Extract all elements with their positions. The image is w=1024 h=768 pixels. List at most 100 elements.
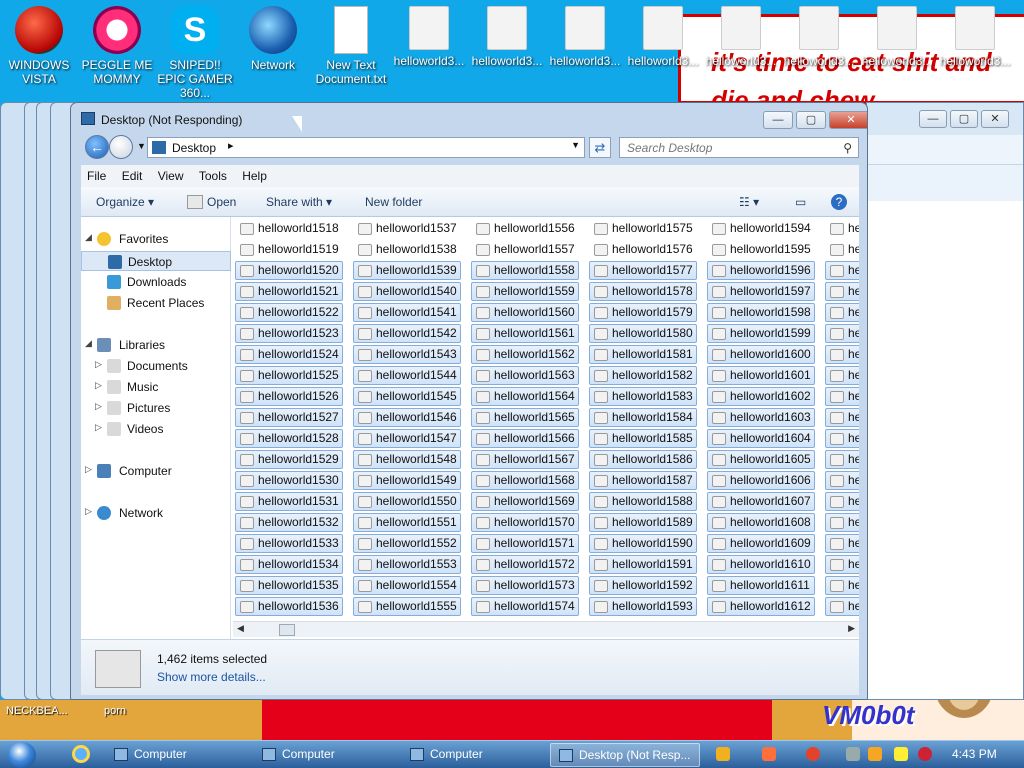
help-icon[interactable]: ? <box>831 194 847 210</box>
file-item[interactable]: he <box>825 282 859 301</box>
file-item[interactable]: helloworld1547 <box>353 429 461 448</box>
file-item[interactable]: helloworld1599 <box>707 324 815 343</box>
nav-music[interactable]: ▷ Music <box>81 377 231 397</box>
maximize-button[interactable]: ▢ <box>796 111 826 129</box>
desktop-icon-text-document[interactable]: New Text Document.txt <box>312 6 390 86</box>
background-search-box[interactable] <box>867 135 1023 165</box>
file-item[interactable]: helloworld1567 <box>471 450 579 469</box>
background-computer-window[interactable]: — ▢ ✕ <box>866 102 1024 700</box>
file-item[interactable]: helloworld1520 <box>235 261 343 280</box>
new-folder-button[interactable]: New folder <box>365 195 422 209</box>
file-item[interactable]: helloworld1561 <box>471 324 579 343</box>
file-item[interactable]: helloworld1551 <box>353 513 461 532</box>
file-item[interactable]: helloworld1557 <box>471 240 579 259</box>
nav-network[interactable]: ▷ Network <box>81 503 231 523</box>
nav-computer[interactable]: ▷ Computer <box>81 461 231 481</box>
file-item[interactable]: helloworld1549 <box>353 471 461 490</box>
forward-button[interactable] <box>109 135 133 159</box>
file-item[interactable]: helloworld1568 <box>471 471 579 490</box>
collapsed-arrow-icon[interactable]: ▷ <box>85 464 92 475</box>
desktop-icon-file[interactable]: helloworld3... <box>468 6 546 68</box>
file-item[interactable]: helloworld1562 <box>471 345 579 364</box>
file-item[interactable]: helloworld1553 <box>353 555 461 574</box>
file-item[interactable]: helloworld1559 <box>471 282 579 301</box>
file-item[interactable]: helloworld1539 <box>353 261 461 280</box>
file-item[interactable]: he <box>825 387 859 406</box>
file-item[interactable]: helloworld1589 <box>589 513 697 532</box>
file-item[interactable]: helloworld1535 <box>235 576 343 595</box>
file-item[interactable]: he <box>825 492 859 511</box>
taskbar-button-computer[interactable]: Computer <box>402 743 544 767</box>
desktop-icon-label[interactable]: NECKBEA... <box>6 705 68 717</box>
share-with-button[interactable]: Share with ▾ <box>266 195 332 209</box>
desktop-icon-file[interactable]: helloworld3... <box>390 6 468 68</box>
file-item[interactable]: helloworld1598 <box>707 303 815 322</box>
preview-pane-icon[interactable]: ▭ <box>795 195 806 209</box>
nav-libraries[interactable]: ◢ Libraries <box>81 335 231 355</box>
file-item[interactable]: helloworld1530 <box>235 471 343 490</box>
collapsed-arrow-icon[interactable]: ▷ <box>85 506 92 517</box>
nav-documents[interactable]: ▷ Documents <box>81 356 231 376</box>
file-item[interactable]: helloworld1591 <box>589 555 697 574</box>
file-item[interactable]: helloworld1534 <box>235 555 343 574</box>
file-item[interactable]: he <box>825 345 859 364</box>
file-item[interactable]: helloworld1542 <box>353 324 461 343</box>
desktop-icon-windows-vista[interactable]: WINDOWS VISTA <box>0 6 78 86</box>
address-dropdown-icon[interactable]: ▼ <box>571 140 580 150</box>
maximize-button[interactable]: ▢ <box>950 110 978 128</box>
expand-arrow-icon[interactable]: ◢ <box>85 338 92 349</box>
file-item[interactable]: he <box>825 534 859 553</box>
file-item[interactable]: helloworld1610 <box>707 555 815 574</box>
file-item[interactable]: helloworld1612 <box>707 597 815 616</box>
file-item[interactable]: helloworld1563 <box>471 366 579 385</box>
address-bar[interactable]: Desktop ▸ ▼ <box>147 137 585 158</box>
file-item[interactable]: helloworld1518 <box>235 219 343 238</box>
file-item[interactable]: helloworld1580 <box>589 324 697 343</box>
file-item[interactable]: helloworld1575 <box>589 219 697 238</box>
taskbar-button-desktop[interactable]: Desktop (Not Resp... <box>550 743 700 767</box>
file-item[interactable]: he <box>825 303 859 322</box>
file-item[interactable]: helloworld1604 <box>707 429 815 448</box>
file-item[interactable]: helloworld1544 <box>353 366 461 385</box>
desktop-icon-file[interactable]: helloworld3... <box>546 6 624 68</box>
file-item[interactable]: helloworld1594 <box>707 219 815 238</box>
file-item[interactable]: helloworld1600 <box>707 345 815 364</box>
file-item[interactable]: helloworld1608 <box>707 513 815 532</box>
nav-favorites[interactable]: ◢ Favorites <box>81 229 231 249</box>
file-item[interactable]: he <box>825 324 859 343</box>
file-item[interactable]: helloworld1524 <box>235 345 343 364</box>
file-item[interactable]: helloworld1527 <box>235 408 343 427</box>
desktop-icon-file[interactable]: helloworld3... <box>780 6 858 68</box>
file-item[interactable]: helloworld1571 <box>471 534 579 553</box>
file-item[interactable]: helloworld1555 <box>353 597 461 616</box>
explorer-window[interactable]: Desktop (Not Responding) — ▢ ✕ ← ▼ Deskt… <box>70 102 868 700</box>
file-item[interactable]: helloworld1573 <box>471 576 579 595</box>
file-item[interactable]: helloworld1531 <box>235 492 343 511</box>
open-button[interactable]: Open <box>207 195 236 209</box>
file-item[interactable]: helloworld1611 <box>707 576 815 595</box>
expand-arrow-icon[interactable]: ◢ <box>85 232 92 243</box>
file-item[interactable]: helloworld1574 <box>471 597 579 616</box>
scrollbar-thumb[interactable] <box>279 624 295 636</box>
file-item[interactable]: helloworld1587 <box>589 471 697 490</box>
file-item[interactable]: helloworld1543 <box>353 345 461 364</box>
file-item[interactable]: helloworld1602 <box>707 387 815 406</box>
breadcrumb-chevron-icon[interactable]: ▸ <box>228 139 234 152</box>
file-item[interactable]: he <box>825 240 859 259</box>
organize-button[interactable]: Organize ▾ <box>96 195 154 209</box>
file-item[interactable]: helloworld1576 <box>589 240 697 259</box>
file-item[interactable]: he <box>825 576 859 595</box>
desktop-icon-file[interactable]: helloworld3... <box>624 6 702 68</box>
file-item[interactable]: helloworld1572 <box>471 555 579 574</box>
file-item[interactable]: helloworld1554 <box>353 576 461 595</box>
file-item[interactable]: he <box>825 219 859 238</box>
file-item[interactable]: he <box>825 408 859 427</box>
file-item[interactable]: helloworld1566 <box>471 429 579 448</box>
taskbar-button-computer[interactable]: Computer <box>106 743 248 767</box>
horizontal-scrollbar[interactable]: ◀ ▶ <box>233 621 859 637</box>
close-button[interactable]: ✕ <box>981 110 1009 128</box>
record-icon[interactable] <box>918 747 932 761</box>
collapsed-arrow-icon[interactable]: ▷ <box>95 401 102 412</box>
file-item[interactable]: helloworld1584 <box>589 408 697 427</box>
file-item[interactable]: helloworld1519 <box>235 240 343 259</box>
